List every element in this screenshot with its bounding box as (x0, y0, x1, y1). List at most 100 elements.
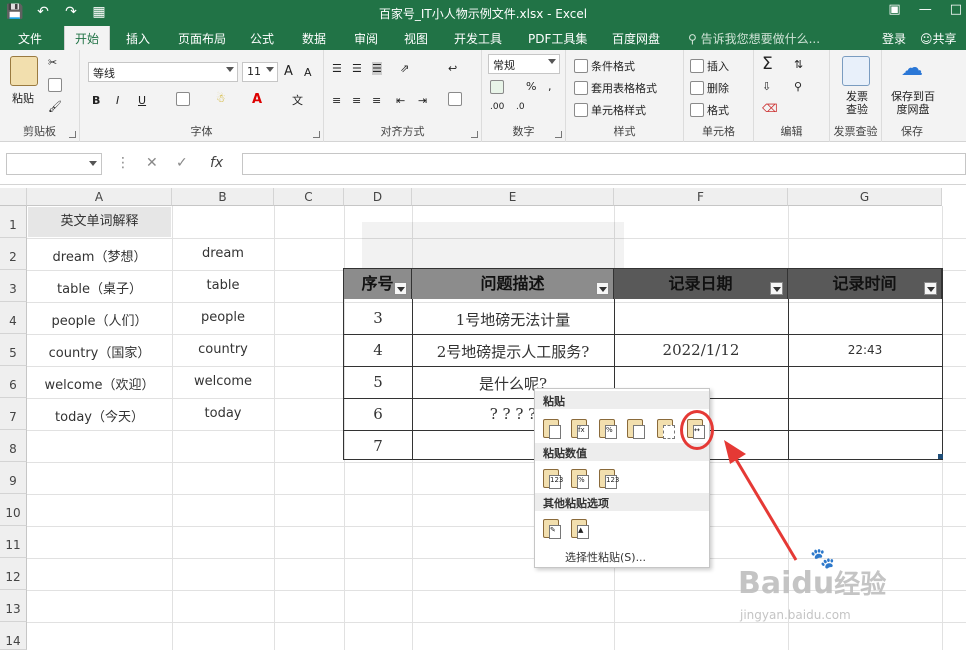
save-to-baidu-button[interactable]: 保存到百度网盘 (888, 90, 938, 116)
row-header-3[interactable]: 3 (0, 270, 27, 302)
autosum-button[interactable]: Σ (762, 54, 773, 74)
clear-icon[interactable]: ⌫ (762, 102, 778, 115)
invoice-check-icon[interactable] (842, 56, 870, 86)
name-box[interactable] (6, 153, 102, 175)
format-painter-icon[interactable]: 🖌 (48, 100, 62, 113)
clipboard-launcher-icon[interactable] (69, 131, 76, 138)
format-table-button[interactable]: 套用表格格式 (574, 80, 657, 96)
number-launcher-icon[interactable] (555, 131, 562, 138)
filter-dropdown-icon[interactable] (770, 282, 783, 295)
row-header-1[interactable]: 1 (0, 206, 27, 238)
row-header-6[interactable]: 6 (0, 366, 27, 398)
filter-dropdown-icon[interactable] (924, 282, 937, 295)
cell-b3[interactable]: table (172, 278, 274, 293)
col-header-g[interactable]: G (788, 188, 942, 206)
row-header-5[interactable]: 5 (0, 334, 27, 366)
share-button[interactable]: ☺共享 (920, 30, 957, 47)
increase-decimal-button[interactable]: .00 (490, 102, 504, 112)
comma-button[interactable]: , (548, 80, 552, 93)
table-header-time[interactable]: 记录时间 (788, 269, 942, 299)
align-left-icon[interactable]: ≡ (332, 94, 341, 107)
paste-no-border-icon[interactable] (655, 417, 677, 441)
col-header-f[interactable]: F (614, 188, 788, 206)
paste-keep-format-icon[interactable] (625, 417, 647, 441)
fill-icon[interactable]: ⇩ (762, 80, 771, 93)
format-cells-button[interactable]: 格式 (690, 102, 729, 118)
tab-view[interactable]: 视图 (404, 30, 428, 47)
table-cell-no-2[interactable]: 4 (344, 341, 412, 359)
formula-input[interactable] (242, 153, 966, 175)
baidu-cloud-icon[interactable]: ☁ (898, 56, 926, 86)
sort-filter-icon[interactable]: ⇅ (794, 58, 803, 71)
grow-font-button[interactable]: A (284, 64, 293, 79)
cancel-icon[interactable]: ✕ (146, 155, 158, 171)
cell-a3[interactable]: table（桌子） (28, 278, 171, 297)
cell-b2[interactable]: dream (172, 246, 274, 261)
merge-center-icon[interactable] (448, 92, 462, 106)
tell-me-search[interactable]: ⚲ 告诉我您想要做什么... (688, 30, 820, 47)
enter-icon[interactable]: ✓ (176, 155, 188, 171)
cut-icon[interactable]: ✂ (48, 56, 57, 69)
cell-a5[interactable]: country（国家） (28, 342, 171, 361)
table-cell-desc-2[interactable]: 2号地磅提示人工服务? (412, 341, 614, 362)
table-resize-handle[interactable] (938, 454, 943, 459)
table-cell-date-2[interactable]: 2022/1/12 (614, 341, 788, 359)
tab-pdf-tools[interactable]: PDF工具集 (528, 30, 587, 47)
percent-button[interactable]: % (526, 80, 536, 93)
col-header-d[interactable]: D (344, 188, 412, 206)
table-cell-no-3[interactable]: 5 (344, 373, 412, 391)
align-middle-icon[interactable]: ☰ (352, 62, 362, 75)
tab-baidu-netdisk[interactable]: 百度网盘 (612, 30, 660, 47)
row-header-8[interactable]: 8 (0, 430, 27, 462)
cell-b4[interactable]: people (172, 310, 274, 325)
paste-formula-number-icon[interactable]: % (597, 417, 619, 441)
cell-a7[interactable]: today（今天） (28, 406, 171, 425)
cell-a1[interactable]: 英文单词解释 (28, 207, 171, 237)
table-header-no[interactable]: 序号 (344, 269, 412, 299)
decrease-indent-icon[interactable]: ⇤ (396, 94, 405, 107)
font-launcher-icon[interactable] (313, 131, 320, 138)
align-bottom-icon[interactable]: ☰ (372, 62, 382, 75)
conditional-format-button[interactable]: 条件格式 (574, 58, 635, 74)
number-format-combo[interactable]: 常规 (488, 54, 560, 74)
phonetic-icon[interactable]: 文 (292, 92, 303, 108)
table-cell-no-5[interactable]: 7 (344, 437, 412, 455)
tab-review[interactable]: 审阅 (354, 30, 378, 47)
row-header-12[interactable]: 12 (0, 558, 27, 590)
tab-insert[interactable]: 插入 (126, 30, 150, 47)
align-center-icon[interactable]: ≡ (352, 94, 361, 107)
minimize-icon[interactable]: — (919, 2, 932, 17)
fill-color-icon[interactable]: ☃ (216, 92, 226, 105)
align-right-icon[interactable]: ≡ (372, 94, 381, 107)
paste-icon[interactable] (541, 417, 563, 441)
font-size-combo[interactable]: 11 (242, 62, 278, 82)
underline-button[interactable]: U (138, 94, 146, 107)
col-header-e[interactable]: E (412, 188, 614, 206)
tab-home[interactable]: 开始 (64, 26, 111, 50)
orientation-icon[interactable]: ⇗ (400, 62, 409, 75)
paste-values-number-icon[interactable]: % (569, 467, 591, 491)
wrap-text-icon[interactable]: ↩ (448, 62, 457, 75)
row-header-9[interactable]: 9 (0, 462, 27, 494)
login-link[interactable]: 登录 (882, 30, 906, 47)
tab-developer[interactable]: 开发工具 (454, 30, 502, 47)
copy-icon[interactable] (48, 78, 62, 92)
row-header-2[interactable]: 2 (0, 238, 27, 270)
paste-values-icon[interactable]: 123 (541, 467, 563, 491)
paste-values-source-icon[interactable]: 123 (597, 467, 619, 491)
select-all-corner[interactable] (0, 188, 27, 206)
font-color-button[interactable]: A (252, 92, 262, 107)
insert-function-button[interactable]: fx (210, 155, 223, 171)
table-cell-no-1[interactable]: 3 (344, 309, 412, 327)
cell-a6[interactable]: welcome（欢迎） (28, 374, 171, 393)
table-cell-time-2[interactable]: 22:43 (788, 343, 942, 357)
accounting-icon[interactable] (490, 80, 504, 94)
filter-dropdown-icon[interactable] (596, 282, 609, 295)
find-icon[interactable]: ⚲ (794, 80, 802, 93)
table-cell-no-4[interactable]: 6 (344, 405, 412, 423)
increase-indent-icon[interactable]: ⇥ (418, 94, 427, 107)
table-header-date[interactable]: 记录日期 (614, 269, 788, 299)
row-header-7[interactable]: 7 (0, 398, 27, 430)
paste-special-menu-item[interactable]: 选择性粘贴(S)... (565, 549, 646, 565)
insert-cells-button[interactable]: 插入 (690, 58, 729, 74)
